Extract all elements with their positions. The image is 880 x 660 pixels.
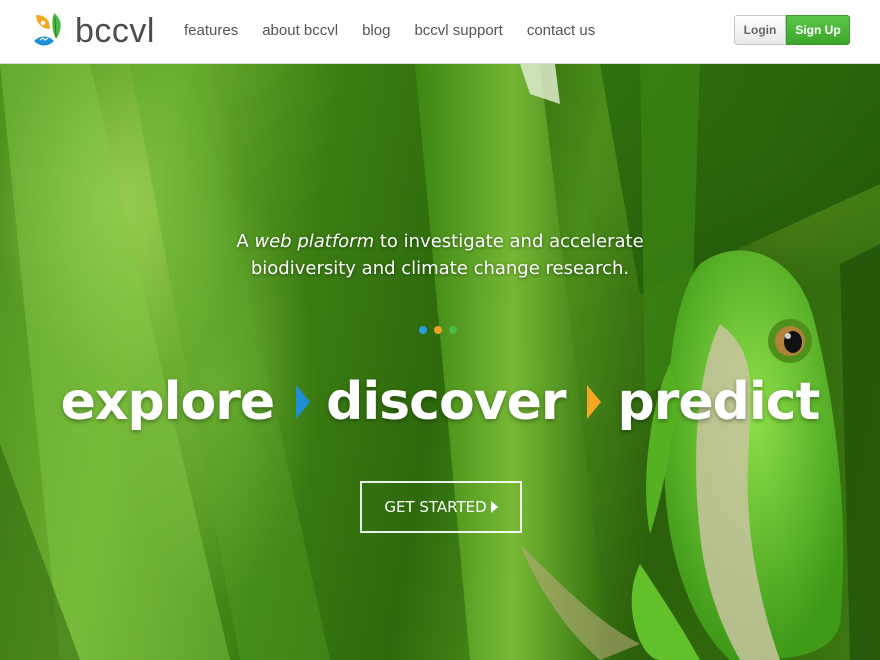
top-navigation-bar: bccvl features about bccvl blog bccvl su… [0, 0, 880, 64]
tagline-line1-rest: to investigate and accelerate [374, 231, 644, 252]
auth-buttons: Login Sign Up [734, 15, 850, 45]
tagline-line2: biodiversity and climate change research… [250, 258, 630, 279]
slogan-explore: explore [60, 372, 275, 432]
nav-about-bccvl[interactable]: about bccvl [250, 20, 350, 42]
hero-tagline: A web platform to investigate and accele… [0, 228, 880, 282]
get-started-button[interactable]: GET STARTED [360, 481, 522, 533]
carousel-dot[interactable] [419, 326, 427, 334]
slogan-predict: predict [617, 372, 820, 432]
get-started-label: GET STARTED [384, 498, 487, 516]
chevron-right-orange-icon [587, 385, 602, 419]
hero-slogan: explore discover predict [0, 372, 880, 432]
chevron-right-blue-icon [296, 385, 311, 419]
play-arrow-icon [490, 501, 498, 513]
logo-wordmark: bccvl [75, 12, 155, 50]
nav-bccvl-support[interactable]: bccvl support [402, 20, 514, 42]
hero-background-image [0, 64, 880, 660]
nav-features[interactable]: features [172, 20, 250, 42]
carousel-indicators [419, 326, 457, 334]
sign-up-button[interactable]: Sign Up [786, 15, 850, 45]
hero-banner: A web platform to investigate and accele… [0, 64, 880, 660]
bccvl-logo[interactable]: bccvl [32, 10, 162, 52]
carousel-dot[interactable] [434, 326, 442, 334]
tagline-emphasis: web platform [254, 231, 375, 252]
slogan-discover: discover [326, 372, 566, 432]
nav-contact-us[interactable]: contact us [515, 20, 607, 42]
leaf-logo-icon [34, 13, 61, 46]
main-nav: features about bccvl blog bccvl support … [172, 20, 607, 42]
tagline-prefix: A [236, 231, 255, 252]
nav-blog[interactable]: blog [350, 20, 402, 42]
login-button[interactable]: Login [734, 15, 786, 45]
carousel-dot[interactable] [449, 326, 457, 334]
